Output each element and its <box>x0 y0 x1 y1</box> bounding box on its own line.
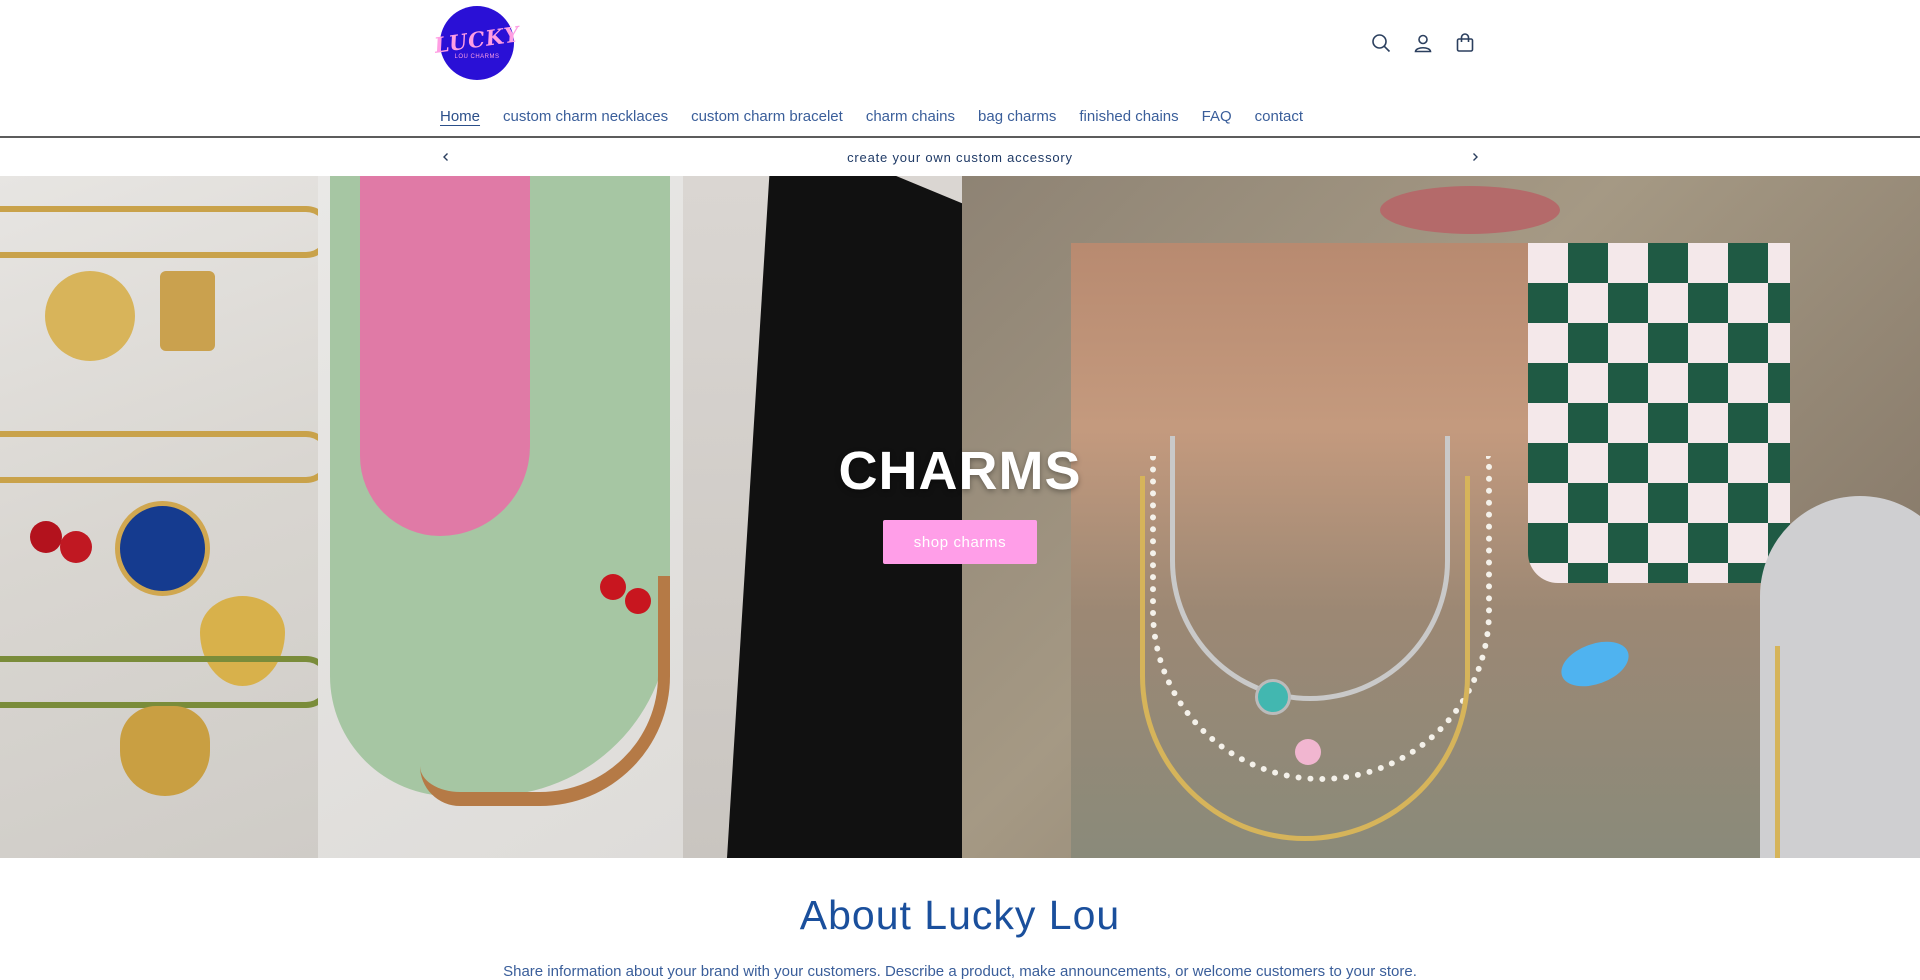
main-nav: Home custom charm necklaces custom charm… <box>440 108 1303 125</box>
announcement-bar: create your own custom accessory <box>0 138 1920 176</box>
nav-item-custom-charm-bracelet[interactable]: custom charm bracelet <box>691 108 843 125</box>
about-title: About Lucky Lou <box>799 892 1121 938</box>
hero-content: CHARMS shop charms <box>0 176 1920 858</box>
logo-text: LUCKY <box>432 20 522 58</box>
chevron-left-icon[interactable] <box>437 148 455 166</box>
cart-icon[interactable] <box>1452 30 1478 56</box>
header-icons <box>1368 30 1478 56</box>
hero-banner: CHARMS shop charms <box>0 176 1920 858</box>
about-text: Share information about your brand with … <box>503 963 1417 980</box>
chevron-right-icon[interactable] <box>1466 148 1484 166</box>
nav-item-custom-charm-necklaces[interactable]: custom charm necklaces <box>503 108 668 125</box>
account-icon[interactable] <box>1410 30 1436 56</box>
shop-charms-button[interactable]: shop charms <box>883 520 1037 564</box>
site-header: LUCKY LOU CHARMS Home custom charm neckl… <box>0 0 1920 138</box>
store-logo[interactable]: LUCKY LOU CHARMS <box>433 6 521 80</box>
nav-item-home[interactable]: Home <box>440 108 480 125</box>
nav-item-finished-chains[interactable]: finished chains <box>1079 108 1178 125</box>
nav-item-contact[interactable]: contact <box>1255 108 1303 125</box>
search-icon[interactable] <box>1368 30 1394 56</box>
announcement-text: create your own custom accessory <box>847 149 1073 165</box>
logo-subtext: LOU CHARMS <box>454 53 500 60</box>
nav-item-faq[interactable]: FAQ <box>1202 108 1232 125</box>
nav-item-bag-charms[interactable]: bag charms <box>978 108 1056 125</box>
nav-item-charm-chains[interactable]: charm chains <box>866 108 955 125</box>
hero-title: CHARMS <box>838 441 1082 501</box>
